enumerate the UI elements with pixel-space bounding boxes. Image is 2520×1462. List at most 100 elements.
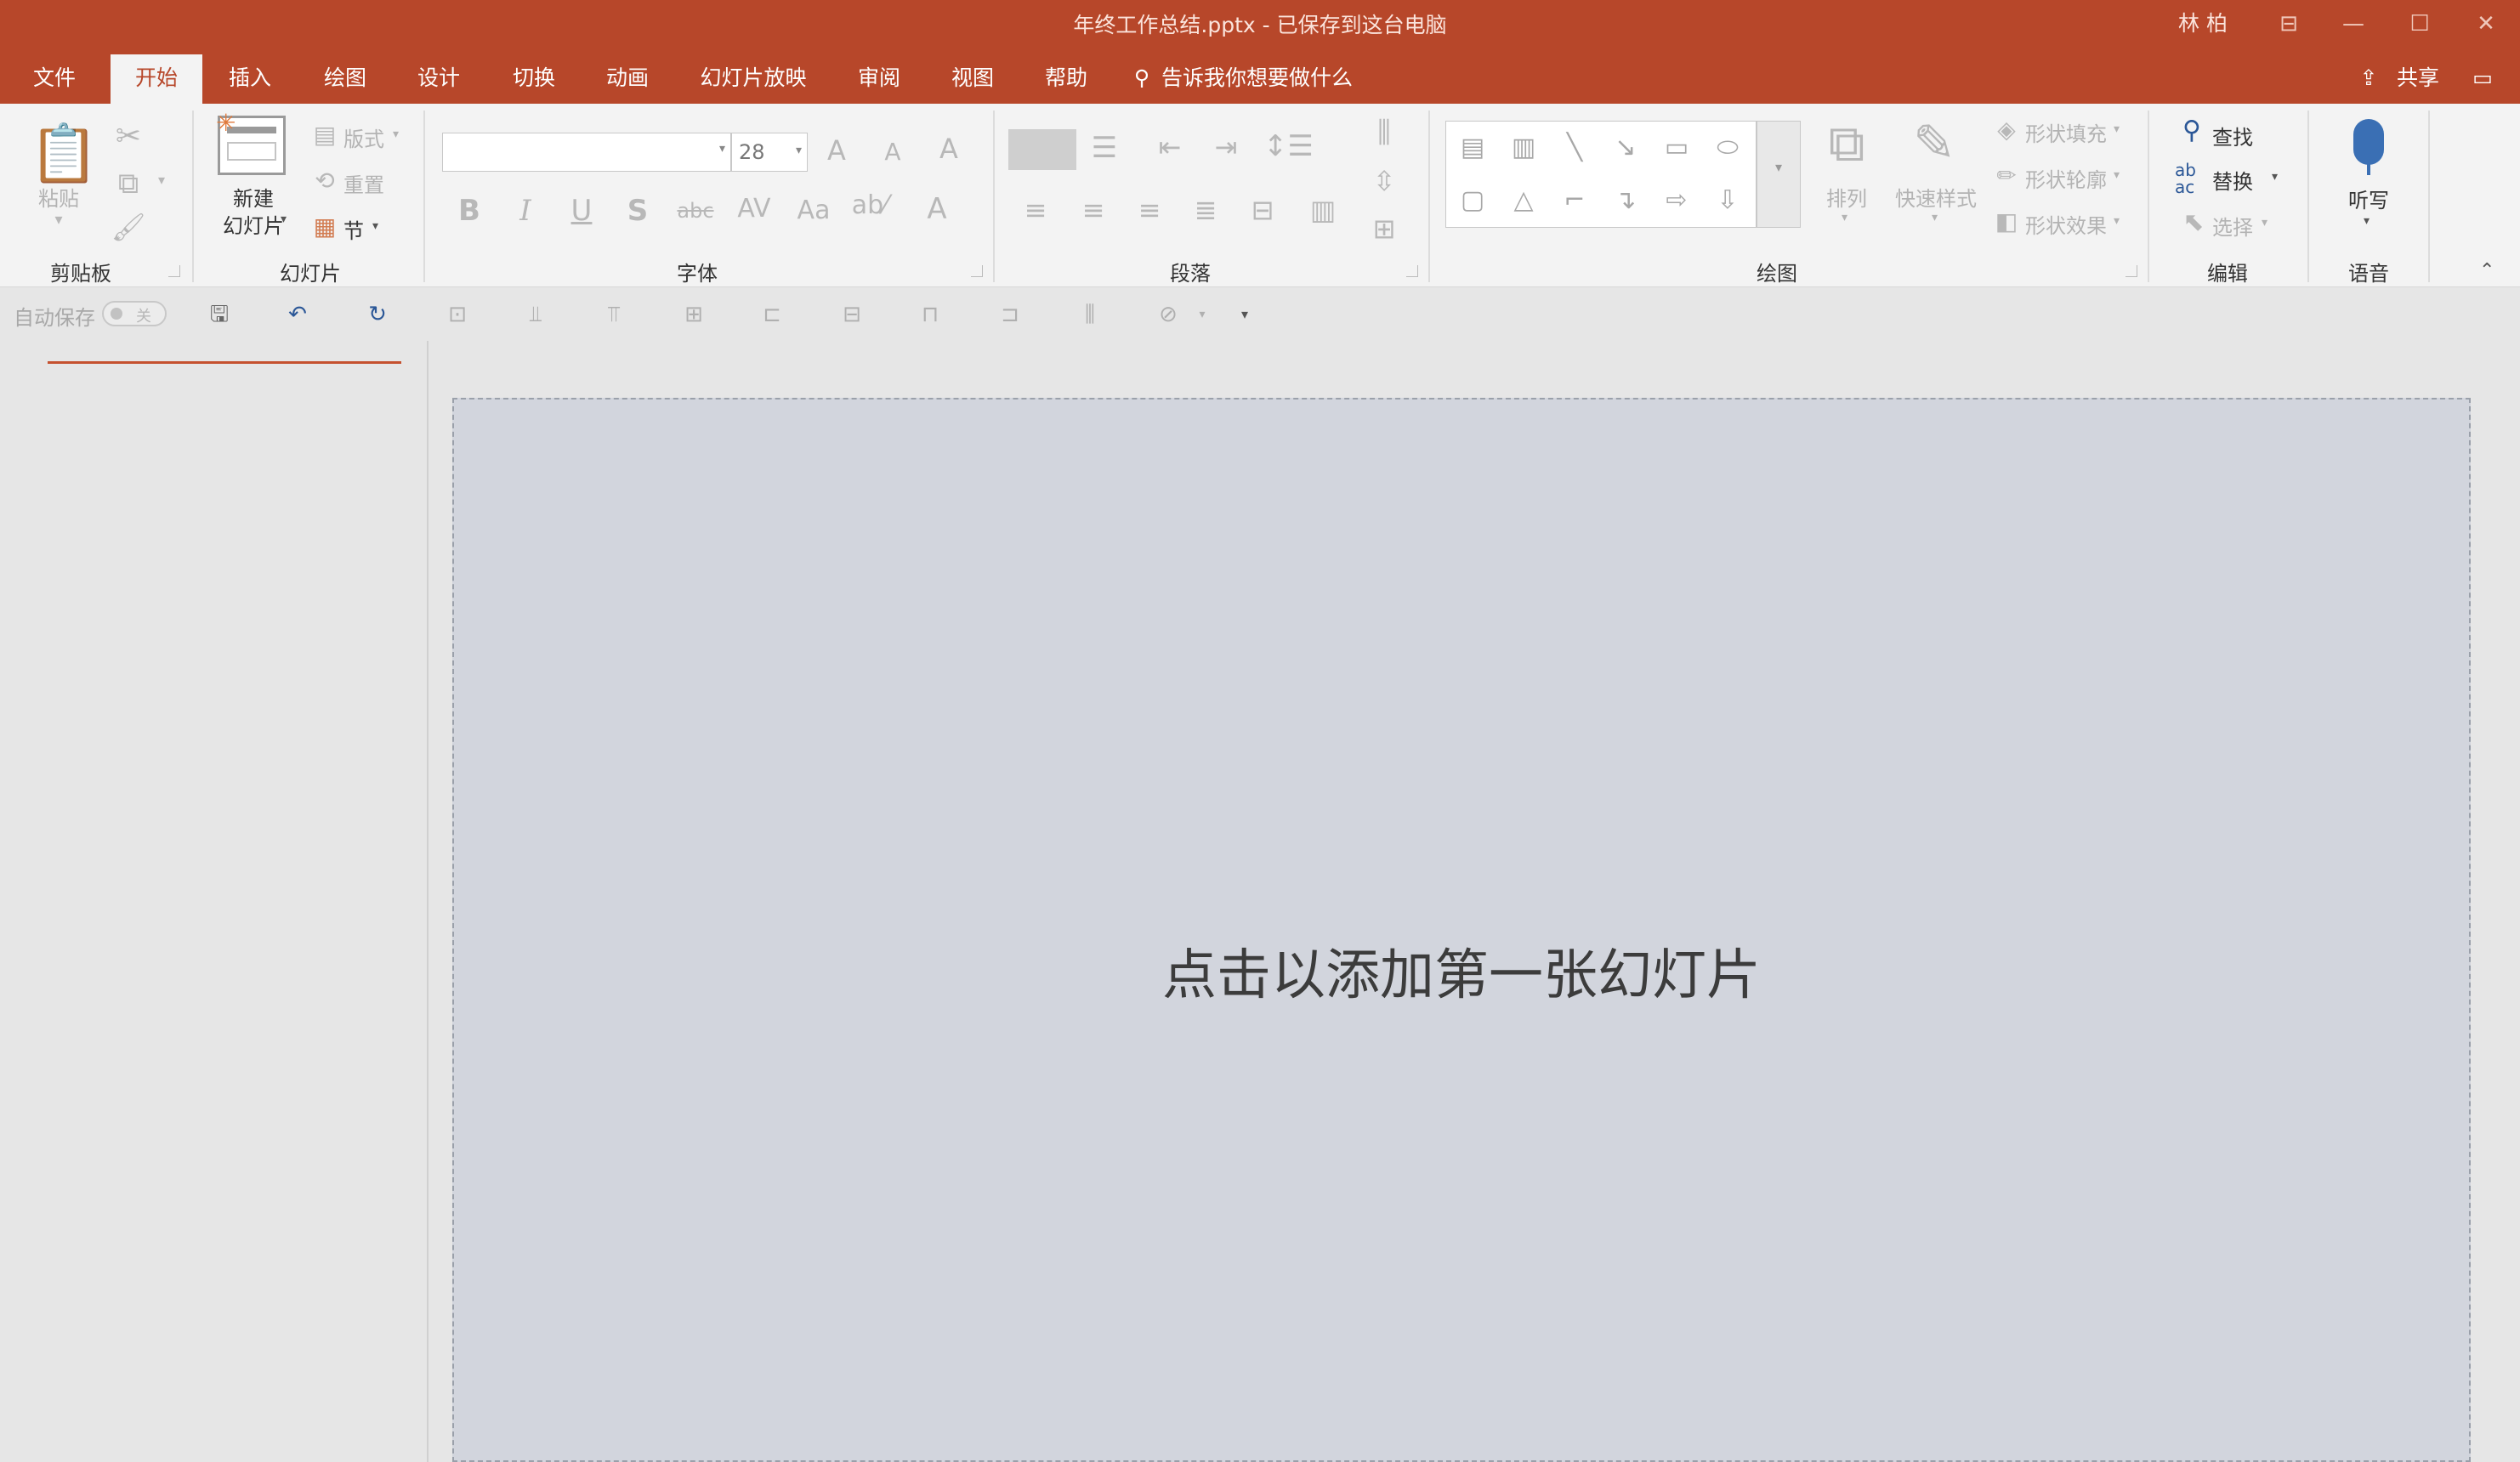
bold-icon[interactable]: B	[451, 194, 488, 228]
paste-button[interactable]: 粘贴	[26, 182, 92, 212]
bullets-icon[interactable]	[1008, 129, 1076, 170]
align-text-icon[interactable]: ⇳	[1360, 165, 1408, 197]
shadow-icon[interactable]: S	[619, 194, 656, 228]
undo-icon[interactable]: ↶	[281, 298, 315, 332]
customize-qat-icon[interactable]: ▾	[1228, 298, 1262, 332]
align-right-icon[interactable]: ≡	[1131, 194, 1168, 226]
slide-canvas[interactable]	[452, 398, 2471, 1462]
layout-dropdown-icon[interactable]: ▾	[393, 128, 399, 141]
tab-file[interactable]: 文件	[17, 54, 92, 104]
replace-icon[interactable]: ab ac	[2175, 162, 2209, 196]
change-case-icon[interactable]: Aa	[794, 196, 833, 225]
copy-icon[interactable]: ⧉	[109, 167, 148, 201]
comments-icon[interactable]: ▭	[2466, 54, 2500, 104]
section-icon[interactable]: ▦	[308, 212, 342, 241]
quick-styles-icon[interactable]: ✎	[1898, 114, 1971, 173]
line-shape-icon[interactable]: ╲	[1556, 129, 1593, 167]
tab-draw[interactable]: 绘图	[308, 54, 383, 104]
close-icon[interactable]: ✕	[2469, 7, 2503, 41]
paste-dropdown-icon[interactable]: ▾	[46, 211, 71, 229]
numbering-icon[interactable]: ☰	[1083, 131, 1126, 165]
text-box-shape-icon[interactable]: ▤	[1454, 129, 1491, 167]
underline-icon[interactable]: U	[563, 194, 600, 228]
tab-animations[interactable]: 动画	[590, 54, 665, 104]
text-direction-icon[interactable]: ⫼	[1360, 116, 1408, 150]
tell-me-search[interactable]: 告诉我你想要做什么	[1161, 54, 1467, 104]
align-top-icon[interactable]: ⫪	[597, 298, 631, 332]
merge-shapes-dropdown-icon[interactable]: ▾	[1185, 298, 1219, 332]
dictate-microphone-icon[interactable]	[2353, 119, 2384, 165]
shape-outline-button[interactable]: 形状轮廓	[2025, 163, 2107, 193]
line-spacing-icon[interactable]: ↕☰	[1263, 129, 1314, 163]
shape-effects-icon[interactable]: ◧	[1991, 207, 2022, 235]
copy-dropdown-icon[interactable]: ▾	[151, 172, 172, 188]
dictate-dropdown-icon[interactable]: ▾	[2364, 214, 2370, 228]
triangle-shape-icon[interactable]: △	[1505, 182, 1542, 219]
find-button[interactable]: 查找	[2212, 121, 2253, 150]
tab-insert[interactable]: 插入	[213, 54, 287, 104]
shape-outline-dropdown-icon[interactable]: ▾	[2114, 168, 2120, 182]
italic-icon[interactable]: I	[507, 194, 544, 228]
distributed-icon[interactable]: ⊟	[1241, 194, 1284, 226]
select-button[interactable]: 选择	[2212, 211, 2253, 241]
vertical-text-box-shape-icon[interactable]: ▥	[1505, 129, 1542, 167]
justify-icon[interactable]: ≣	[1187, 194, 1224, 226]
reset-button[interactable]: 重置	[343, 168, 384, 198]
save-icon[interactable]: 🖫	[202, 298, 236, 332]
arrange-button[interactable]: 排列	[1814, 182, 1879, 212]
quick-styles-button[interactable]: 快速样式	[1889, 182, 1983, 212]
font-launcher-icon[interactable]	[971, 265, 983, 277]
decrease-indent-icon[interactable]: ⇤	[1151, 131, 1189, 163]
align-left-objects-icon[interactable]: ⊏	[755, 298, 789, 332]
tab-transitions[interactable]: 切换	[497, 54, 571, 104]
select-dropdown-icon[interactable]: ▾	[2262, 216, 2267, 230]
align-bottom-icon[interactable]: ⫫	[519, 298, 553, 332]
shape-fill-icon[interactable]: ◈	[1991, 116, 2022, 144]
distribute-horizontally-icon[interactable]: ⫼	[1073, 298, 1107, 332]
dictate-button[interactable]: 听写	[2333, 184, 2404, 213]
reset-icon[interactable]: ⟲	[308, 167, 342, 195]
redo-repeat-icon[interactable]: ↻	[360, 298, 394, 332]
shape-effects-button[interactable]: 形状效果	[2025, 209, 2107, 239]
paragraph-launcher-icon[interactable]	[1406, 265, 1418, 277]
clipboard-launcher-icon[interactable]	[168, 265, 180, 277]
arrange-dropdown-icon[interactable]: ▾	[1842, 211, 1847, 224]
right-arrow-shape-icon[interactable]: ⇨	[1658, 182, 1695, 219]
share-button[interactable]: 共享	[2389, 54, 2447, 104]
section-button[interactable]: 节	[343, 214, 364, 244]
shapes-gallery-more-icon[interactable]: ▾	[1757, 121, 1801, 228]
tab-review[interactable]: 审阅	[842, 54, 917, 104]
font-size-dropdown-icon[interactable]: ▾	[796, 144, 802, 157]
arrange-icon[interactable]: ⧉	[1814, 114, 1879, 173]
font-color-icon[interactable]: A	[918, 192, 956, 226]
convert-to-smartart-icon[interactable]: ⊞	[1360, 212, 1408, 245]
select-icon[interactable]: ⬉	[2178, 207, 2209, 237]
align-left-icon[interactable]: ≡	[1017, 194, 1054, 226]
tab-slideshow[interactable]: 幻灯片放映	[690, 54, 816, 104]
shape-outline-icon[interactable]: ✏	[1991, 162, 2022, 190]
font-name-dropdown-icon[interactable]: ▾	[719, 142, 725, 156]
shape-effects-dropdown-icon[interactable]: ▾	[2114, 214, 2120, 228]
quick-styles-dropdown-icon[interactable]: ▾	[1932, 211, 1938, 224]
align-center-objects-icon[interactable]: ⊓	[913, 298, 947, 332]
strikethrough-icon[interactable]: abc	[673, 199, 718, 223]
clear-formatting-icon[interactable]: A	[930, 133, 968, 165]
layout-button[interactable]: 版式	[343, 122, 384, 152]
grow-font-icon[interactable]: A	[820, 134, 854, 167]
new-slide-button[interactable]: 新建	[213, 182, 294, 212]
merge-shapes-icon[interactable]: ⊘	[1151, 298, 1185, 332]
account-name[interactable]: 林 柏	[2178, 7, 2228, 37]
tab-view[interactable]: 视图	[935, 54, 1010, 104]
new-slide-dropdown-icon[interactable]: ▾	[281, 212, 287, 226]
drawing-launcher-icon[interactable]	[2126, 265, 2137, 277]
add-first-slide-prompt[interactable]: 点击以添加第一张幻灯片	[452, 932, 2471, 1010]
autosave-toggle[interactable]: 关	[102, 301, 167, 326]
tab-home[interactable]: 开始	[111, 54, 202, 104]
down-arrow-shape-icon[interactable]: ⇩	[1709, 182, 1746, 219]
character-spacing-icon[interactable]: AV	[731, 194, 777, 224]
tab-help[interactable]: 帮助	[1029, 54, 1104, 104]
find-icon[interactable]: ⚲	[2177, 116, 2207, 145]
increase-indent-icon[interactable]: ⇥	[1207, 131, 1245, 163]
highlight-color-icon[interactable]: ab⁄	[847, 190, 893, 220]
distribute-vertically-icon[interactable]: ⊟	[835, 298, 869, 332]
